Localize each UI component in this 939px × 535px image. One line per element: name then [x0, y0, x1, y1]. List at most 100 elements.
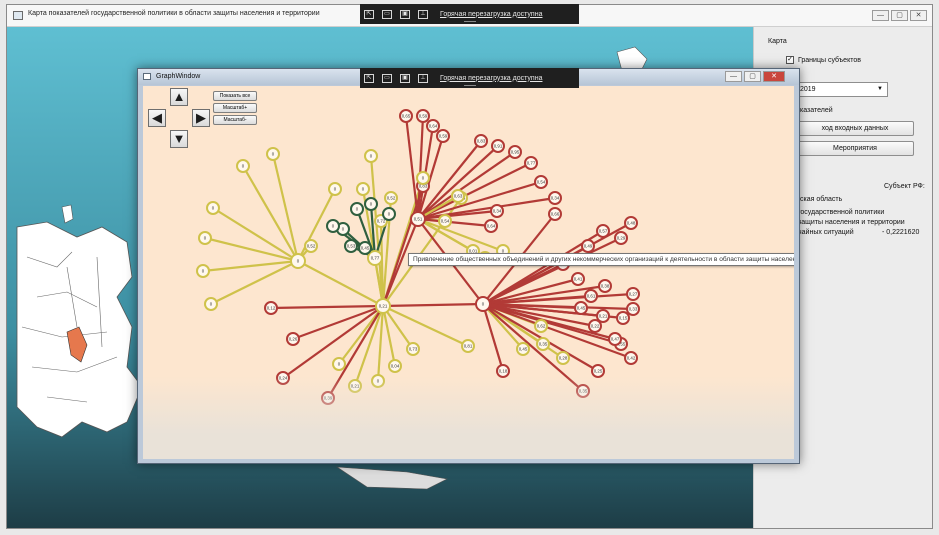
graph-node[interactable]: 0,83: [474, 134, 488, 148]
graph-node[interactable]: 0,52: [304, 239, 318, 253]
graph-node[interactable]: 0,12: [264, 301, 278, 315]
graph-node[interactable]: 0: [350, 202, 364, 216]
graph-node[interactable]: 0,41: [571, 272, 585, 286]
graph-node[interactable]: 0: [206, 201, 220, 215]
pin-icon[interactable]: ⊥: [418, 73, 428, 83]
graph-node[interactable]: 0,59: [416, 109, 430, 123]
graph-node[interactable]: 0,57: [596, 224, 610, 238]
graph-node[interactable]: 0,34: [490, 204, 504, 218]
year-select[interactable]: 2019 ▼: [796, 82, 888, 97]
display-layout-icon[interactable]: ▭: [382, 73, 392, 83]
zoom-in-button[interactable]: Масштаб+: [213, 103, 257, 113]
hot-reload-link[interactable]: Горячая перезагрузка доступна: [440, 75, 542, 82]
pan-down-button[interactable]: ▼: [170, 130, 188, 148]
graph-node[interactable]: 0: [371, 374, 385, 388]
graph-node[interactable]: 0,59: [436, 129, 450, 143]
graph-node[interactable]: 0,77: [367, 250, 383, 266]
toolbar-collapse-handle[interactable]: [463, 21, 476, 22]
graph-node[interactable]: 0,38: [598, 279, 612, 293]
track-focus-icon[interactable]: ▣: [400, 73, 410, 83]
pin-icon[interactable]: ⊥: [418, 9, 428, 19]
graph-node[interactable]: 0,26: [286, 332, 300, 346]
graph-node[interactable]: 0: [364, 149, 378, 163]
input-data-button[interactable]: ход входных данных: [796, 121, 914, 136]
graph-node[interactable]: 0,24: [276, 371, 290, 385]
graph-node[interactable]: 0,64: [484, 219, 498, 233]
graph-node[interactable]: 0: [364, 197, 378, 211]
graph-node[interactable]: 0,28: [556, 351, 570, 365]
graph-node[interactable]: 0,48: [624, 216, 638, 230]
graph-node[interactable]: 0,21: [375, 298, 391, 314]
graph-node[interactable]: 0,15: [616, 311, 630, 325]
graph-node[interactable]: 0,73: [406, 342, 420, 356]
graph-node[interactable]: 0,54: [534, 175, 548, 189]
track-focus-icon[interactable]: ▣: [400, 9, 410, 19]
graph-canvas[interactable]: 0,21 0 0 0,51 0,83 0,77 0 0 0 0 0 0 0 0,52 0 0,52 0 0,72 0…: [143, 86, 794, 459]
graph-node[interactable]: 0: [475, 296, 491, 312]
graph-node[interactable]: 0,54: [438, 214, 452, 228]
graph-node[interactable]: 0,63: [451, 189, 465, 203]
graph-node[interactable]: 0,95: [508, 145, 522, 159]
graph-node[interactable]: 0,25: [591, 364, 605, 378]
graph-node[interactable]: 0: [416, 171, 430, 185]
graph-node[interactable]: 0: [382, 207, 396, 221]
graph-node[interactable]: 0: [328, 182, 342, 196]
graph-node[interactable]: 0: [290, 253, 306, 269]
graph-node[interactable]: 0: [198, 231, 212, 245]
hot-reload-link[interactable]: Горячая перезагрузка доступна: [440, 11, 542, 18]
select-element-icon[interactable]: ⇱: [364, 9, 374, 19]
graph-node[interactable]: 0,45: [574, 301, 588, 315]
graph-node[interactable]: 0,64: [426, 119, 440, 133]
graph-node[interactable]: 0,29: [614, 231, 628, 245]
graph-node[interactable]: 0,66: [548, 207, 562, 221]
borders-checkbox[interactable]: ✓: [786, 56, 794, 64]
graph-node[interactable]: 0,62: [534, 319, 548, 333]
graph-node[interactable]: 0,35: [576, 384, 590, 398]
graph-node[interactable]: 0,34: [548, 191, 562, 205]
graph-close-button[interactable]: ✕: [763, 71, 785, 82]
graph-node[interactable]: 0,45: [358, 241, 372, 255]
close-button[interactable]: ✕: [910, 10, 927, 21]
graph-node[interactable]: 0,27: [626, 287, 640, 301]
graph-node[interactable]: 0,51: [410, 211, 426, 227]
graph-node[interactable]: 0,35: [536, 337, 550, 351]
select-element-icon[interactable]: ⇱: [364, 73, 374, 83]
graph-node[interactable]: 0,39: [321, 391, 335, 405]
graph-node[interactable]: 0,91: [491, 139, 505, 153]
graph-maximize-button[interactable]: ▢: [744, 71, 761, 82]
graph-node[interactable]: 0,18: [496, 364, 510, 378]
toolbar-collapse-handle[interactable]: [463, 85, 476, 86]
graph-node[interactable]: 0: [356, 182, 370, 196]
graph-node[interactable]: 0,42: [624, 351, 638, 365]
pan-up-button[interactable]: ▲: [170, 88, 188, 106]
graph-node[interactable]: 0,22: [588, 319, 602, 333]
graph-node[interactable]: 0,52: [384, 191, 398, 205]
zoom-out-button[interactable]: Масштаб-: [213, 115, 257, 125]
graph-node[interactable]: 0,33: [626, 302, 640, 316]
pan-left-button[interactable]: ◀: [148, 109, 166, 127]
graph-node[interactable]: 0,45: [516, 342, 530, 356]
graph-node[interactable]: 0,21: [348, 379, 362, 393]
graph-node[interactable]: 0: [236, 159, 250, 173]
graph-node[interactable]: 0,47: [608, 332, 622, 346]
display-layout-icon[interactable]: ▭: [382, 9, 392, 19]
minimize-button[interactable]: —: [872, 10, 889, 21]
graph-node[interactable]: 0,49: [581, 239, 595, 253]
graph-node[interactable]: 0: [204, 297, 218, 311]
graph-node[interactable]: 0,65: [399, 109, 413, 123]
graph-node[interactable]: 0,61: [584, 289, 598, 303]
graph-node[interactable]: 0: [196, 264, 210, 278]
graph-node[interactable]: 0,77: [524, 156, 538, 170]
graph-node[interactable]: 0,81: [461, 339, 475, 353]
graph-node[interactable]: 0: [326, 219, 340, 233]
graph-node[interactable]: 0,53: [344, 239, 358, 253]
show-all-button[interactable]: Показать все: [213, 91, 257, 101]
graph-node[interactable]: 0,04: [388, 359, 402, 373]
maximize-button[interactable]: ▢: [891, 10, 908, 21]
graph-diagram[interactable]: 0,21000,510,830,7700000000,5200,5200,720…: [143, 86, 794, 459]
graph-node[interactable]: 0: [332, 357, 346, 371]
graph-minimize-button[interactable]: —: [725, 71, 742, 82]
measures-button[interactable]: Мероприятия: [796, 141, 914, 156]
pan-right-button[interactable]: ▶: [192, 109, 210, 127]
graph-node[interactable]: 0: [266, 147, 280, 161]
